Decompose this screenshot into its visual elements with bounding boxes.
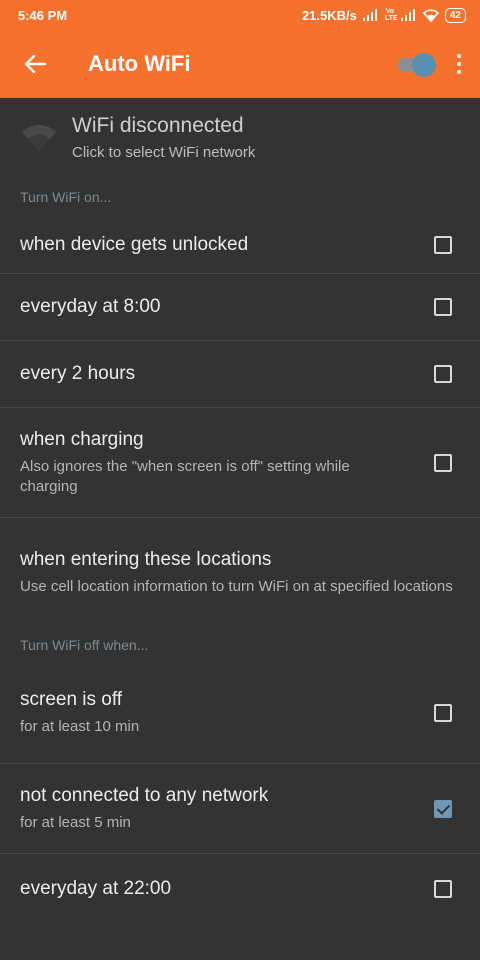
row-label: when entering these locations: [20, 549, 272, 570]
turn-on-locations-row[interactable]: when entering these locations Use cell l…: [0, 518, 480, 628]
arrow-left-icon: [24, 55, 46, 73]
turn-on-8am-row[interactable]: everyday at 8:00: [0, 274, 480, 341]
auto-wifi-toggle[interactable]: [394, 53, 436, 77]
row-label: when device gets unlocked: [20, 233, 249, 255]
row-label: when charging: [20, 428, 144, 450]
row-description: for at least 5 min: [20, 813, 131, 831]
more-vert-icon: [457, 54, 461, 58]
battery-icon: 42: [444, 7, 466, 23]
wifi-status-subtitle: Click to select WiFi network: [72, 144, 256, 161]
network-speed: 21.5KB/s: [301, 7, 357, 23]
wifi-status-icon: [422, 8, 439, 22]
more-options-button[interactable]: [454, 54, 464, 74]
turn-on-section-header: Turn WiFi on...: [20, 189, 112, 205]
row-description: Also ignores the "when screen is off" se…: [20, 457, 350, 495]
wifi-status-title: WiFi disconnected: [72, 114, 244, 137]
status-time: 5:46 PM: [18, 7, 68, 23]
turn-on-2hours-row[interactable]: every 2 hours: [0, 341, 480, 408]
row-label: not connected to any network: [20, 784, 269, 806]
screen-off-checkbox[interactable]: [434, 703, 452, 722]
row-label: everyday at 8:00: [20, 296, 161, 317]
turn-off-section-header: Turn WiFi off when...: [20, 637, 149, 653]
page-title: Auto WiFi: [88, 51, 191, 76]
wifi-status-row[interactable]: WiFi disconnected Click to select WiFi n…: [0, 98, 480, 178]
row-description: for at least 10 min: [20, 717, 140, 735]
status-icons: 21.5KB/s Vo LTE 42: [301, 7, 466, 23]
row-description: Use cell location information to turn Wi…: [20, 578, 453, 595]
22-checkbox[interactable]: [434, 880, 452, 898]
signal-icon-2: [400, 9, 415, 21]
app-bar: Auto WiFi: [0, 30, 480, 98]
row-label: everyday at 22:00: [20, 878, 172, 899]
signal-icon: [362, 9, 377, 21]
no-network-checkbox[interactable]: [434, 799, 452, 818]
2hours-checkbox[interactable]: [434, 365, 452, 383]
turn-off-screen-row[interactable]: screen is off for at least 10 min: [0, 662, 480, 764]
volte-label: Vo LTE: [384, 8, 398, 22]
status-bar: 5:46 PM 21.5KB/s Vo LTE 42: [0, 0, 480, 30]
turn-on-charging-row[interactable]: when charging Also ignores the "when scr…: [0, 408, 480, 518]
unlocked-checkbox[interactable]: [434, 235, 452, 254]
turn-off-22-row[interactable]: everyday at 22:00: [0, 854, 480, 924]
row-label: every 2 hours: [20, 363, 136, 384]
charging-checkbox[interactable]: [434, 453, 452, 472]
back-button[interactable]: [20, 49, 50, 79]
wifi-off-icon: [20, 124, 60, 159]
row-label: screen is off: [20, 688, 123, 710]
turn-on-unlocked-row[interactable]: when device gets unlocked: [0, 216, 480, 274]
turn-off-no-network-row[interactable]: not connected to any network for at leas…: [0, 764, 480, 854]
8am-checkbox[interactable]: [434, 298, 452, 316]
